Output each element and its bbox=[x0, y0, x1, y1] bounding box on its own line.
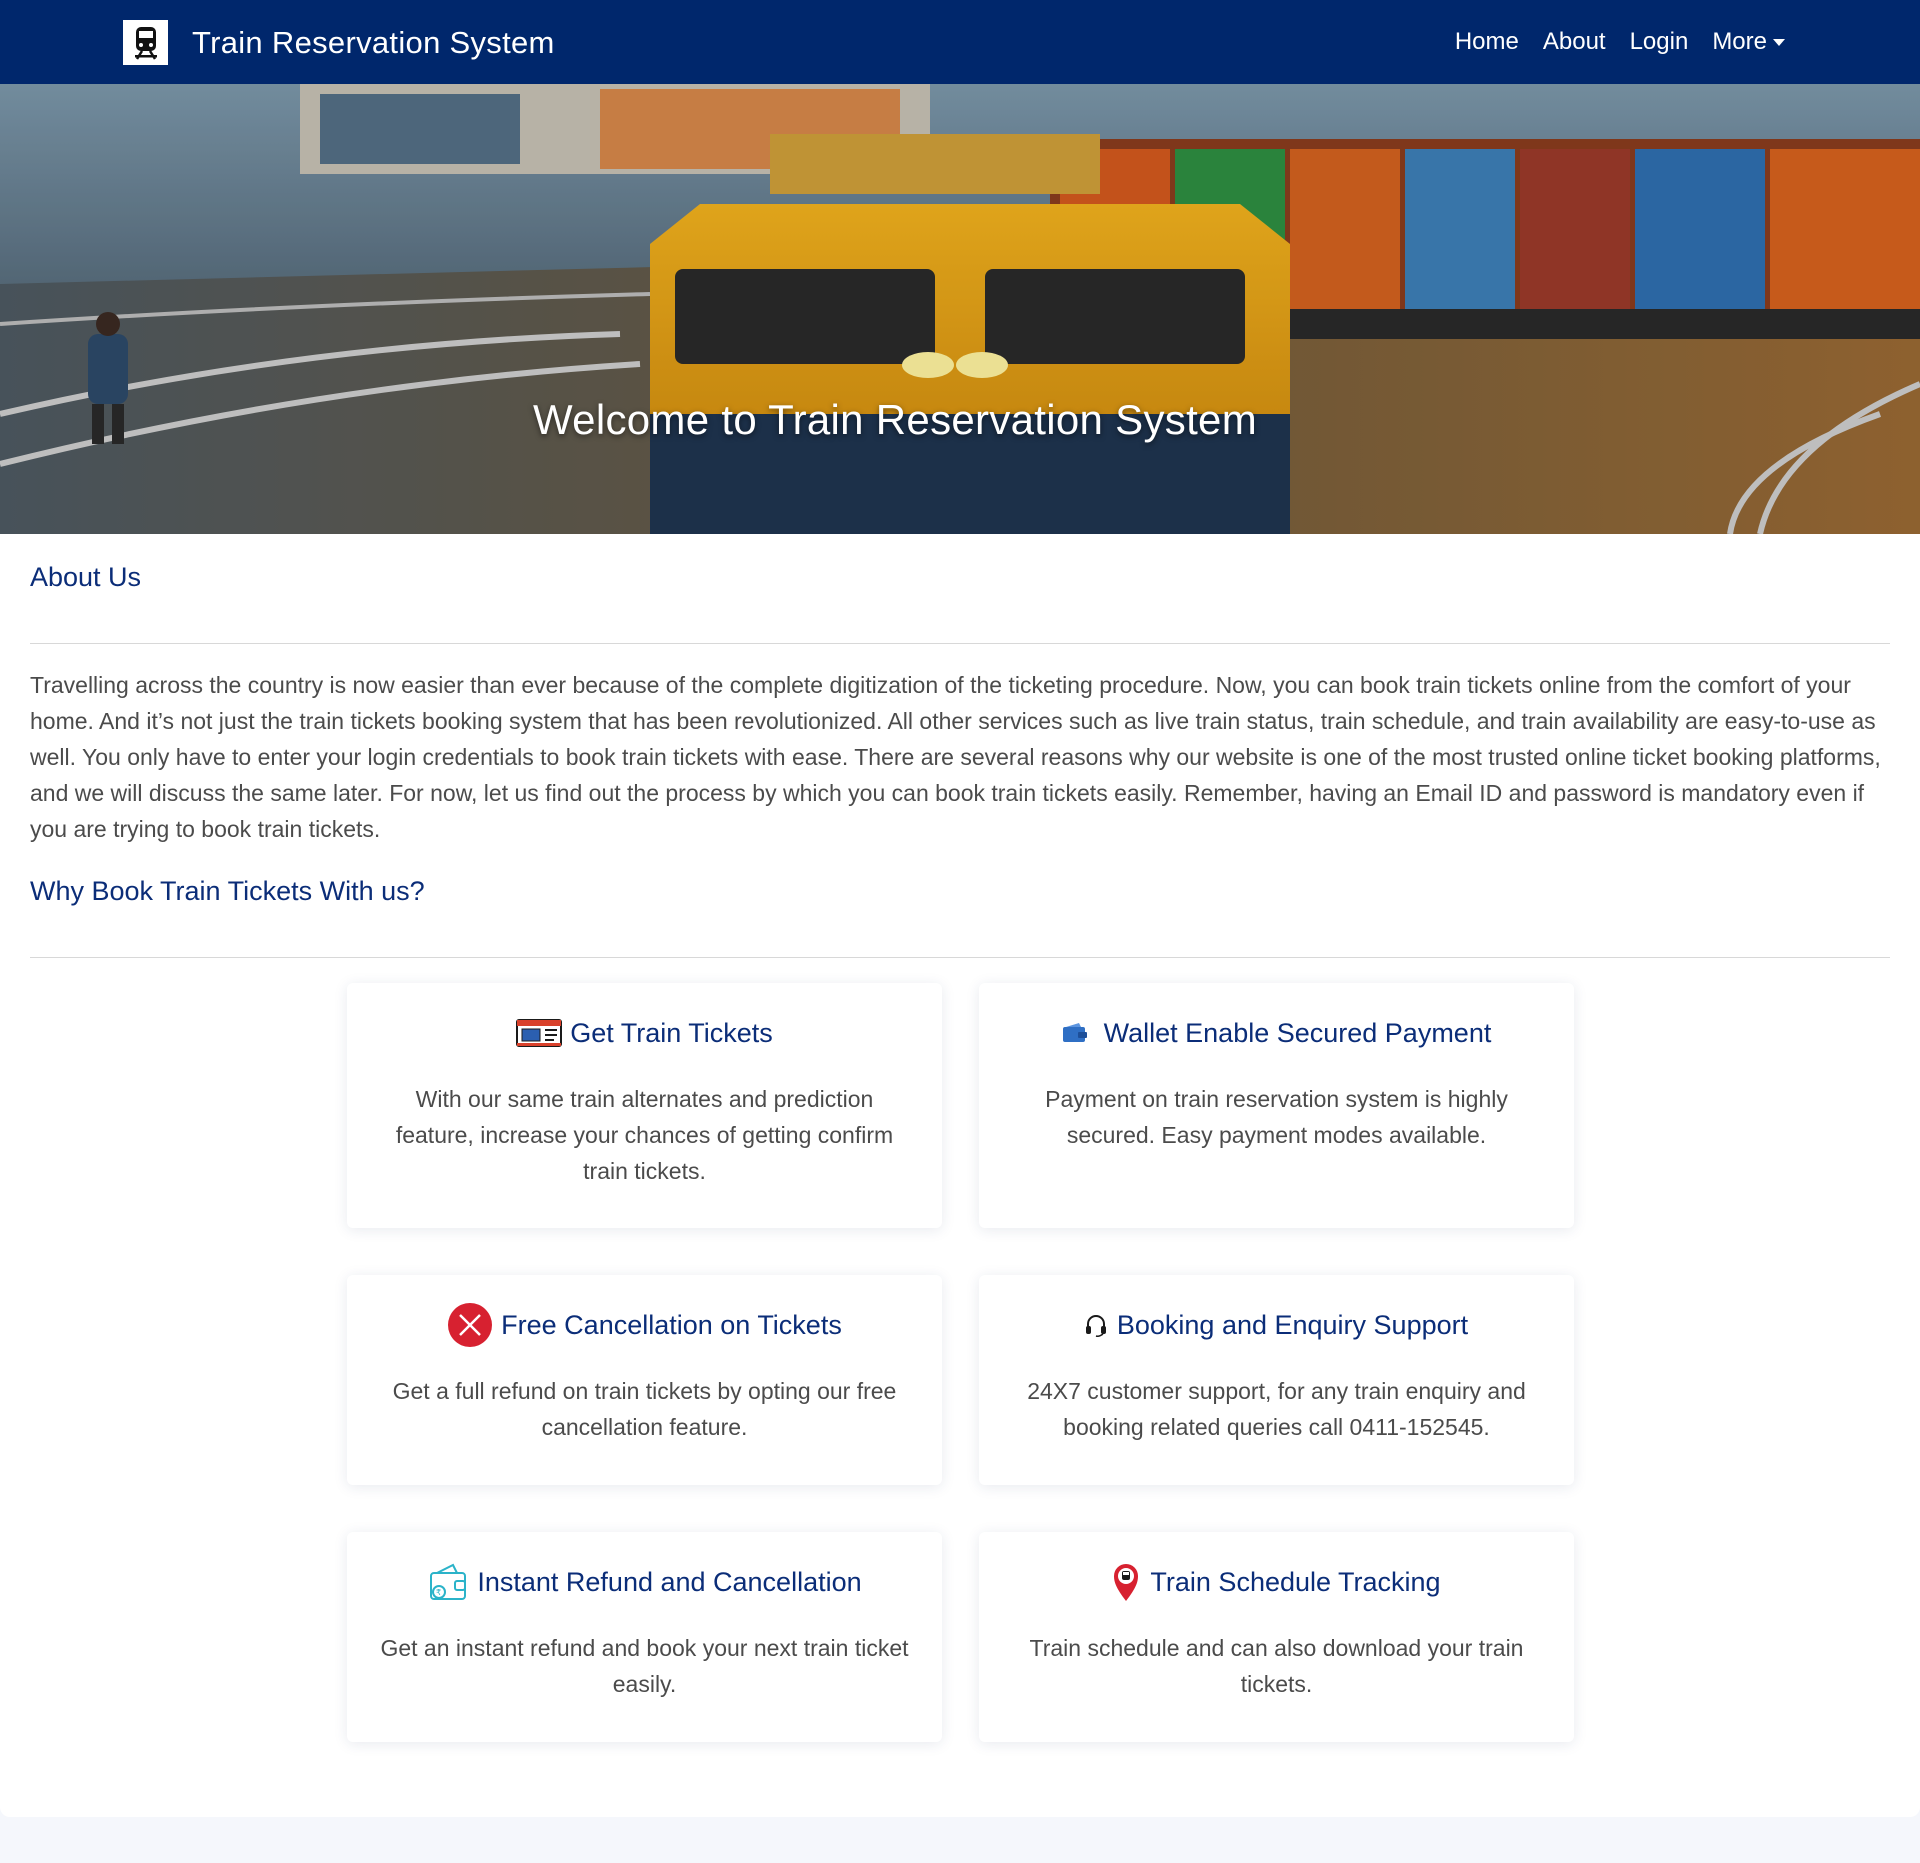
card-title: Get Train Tickets bbox=[347, 1013, 942, 1053]
navbar: Train Reservation System Home About Logi… bbox=[0, 0, 1920, 84]
train-icon bbox=[123, 20, 168, 65]
hero-title: Welcome to Train Reservation System bbox=[533, 396, 1257, 443]
about-text: Travelling across the country is now eas… bbox=[30, 672, 1881, 842]
card-title-text: Booking and Enquiry Support bbox=[1116, 1309, 1469, 1340]
refund-wallet-icon: ₹ bbox=[427, 1561, 469, 1603]
feature-card: Train Schedule Tracking Train schedule a… bbox=[979, 1532, 1574, 1742]
brand[interactable]: Train Reservation System bbox=[123, 20, 555, 65]
divider bbox=[30, 957, 1890, 958]
card-title: Wallet Enable Secured Payment bbox=[979, 1013, 1574, 1053]
cancel-icon bbox=[447, 1302, 493, 1348]
card-text: Get an instant refund and book your next… bbox=[380, 1635, 909, 1697]
card-title-text: Instant Refund and Cancellation bbox=[477, 1566, 862, 1597]
card-title: Booking and Enquiry Support bbox=[979, 1305, 1574, 1345]
feature-card: ₹ Instant Refund and Cancellation Get an… bbox=[347, 1532, 942, 1742]
card-title: Train Schedule Tracking bbox=[979, 1562, 1574, 1602]
card-text: Train schedule and can also download you… bbox=[1029, 1635, 1524, 1697]
about-heading: About Us bbox=[30, 562, 142, 592]
svg-text:₹: ₹ bbox=[436, 1588, 441, 1597]
why-heading: Why Book Train Tickets With us? bbox=[30, 876, 425, 906]
card-title-text: Train Schedule Tracking bbox=[1150, 1566, 1441, 1597]
main-content: About Us Travelling across the country i… bbox=[0, 534, 1920, 1817]
nav-links: Home About Login More bbox=[1431, 0, 1785, 84]
nav-more-label: More bbox=[1712, 28, 1767, 55]
card-text: With our same train alternates and predi… bbox=[395, 1086, 894, 1184]
brand-title: Train Reservation System bbox=[192, 24, 555, 60]
headset-icon bbox=[1085, 1313, 1107, 1337]
card-text: Get a full refund on train tickets by op… bbox=[392, 1378, 897, 1440]
card-title: ₹ Instant Refund and Cancellation bbox=[347, 1562, 942, 1602]
wallet-icon bbox=[1062, 1022, 1088, 1044]
card-title-text: Wallet Enable Secured Payment bbox=[1103, 1017, 1492, 1048]
divider bbox=[30, 643, 1890, 644]
card-title-text: Free Cancellation on Tickets bbox=[501, 1309, 842, 1340]
feature-card: Get Train Tickets With our same train al… bbox=[347, 983, 942, 1228]
card-text: Payment on train reservation system is h… bbox=[1045, 1086, 1508, 1148]
nav-more-dropdown[interactable]: More bbox=[1712, 28, 1785, 56]
chevron-down-icon bbox=[1773, 38, 1785, 46]
nav-login-link[interactable]: Login bbox=[1630, 28, 1689, 56]
feature-card: Booking and Enquiry Support 24X7 custome… bbox=[979, 1275, 1574, 1485]
nav-home-link[interactable]: Home bbox=[1455, 28, 1519, 56]
hero-banner: Welcome to Train Reservation System bbox=[0, 84, 1920, 534]
ticket-icon bbox=[516, 1017, 563, 1049]
feature-card: Free Cancellation on Tickets Get a full … bbox=[347, 1275, 942, 1485]
card-title-text: Get Train Tickets bbox=[570, 1017, 773, 1048]
location-pin-icon bbox=[1112, 1562, 1140, 1602]
card-title: Free Cancellation on Tickets bbox=[347, 1302, 942, 1348]
nav-about-link[interactable]: About bbox=[1543, 28, 1606, 56]
feature-card: Wallet Enable Secured Payment Payment on… bbox=[979, 983, 1574, 1228]
card-text: 24X7 customer support, for any train enq… bbox=[1027, 1378, 1526, 1440]
hero-train-image bbox=[0, 84, 1920, 534]
